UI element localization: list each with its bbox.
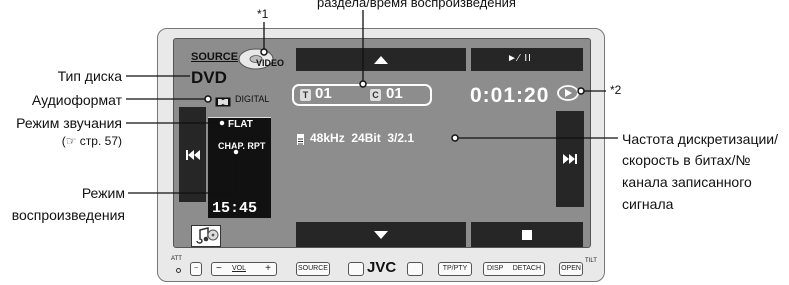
tp-pty-button[interactable]: TP/PTY bbox=[438, 262, 472, 276]
disp-detach-button[interactable]: DISP DETACH bbox=[483, 262, 545, 276]
play-mode-value: CHAP. RPT bbox=[218, 141, 266, 151]
vol-label: VOL bbox=[232, 265, 247, 272]
play-pause-label: ►⁄ II bbox=[507, 53, 532, 64]
audio-info: 48kHz 24Bit 3/2.1 bbox=[310, 131, 415, 145]
play-time: 0:01:20 bbox=[470, 84, 550, 107]
callout-disc-type: Тип диска bbox=[57, 68, 122, 84]
music-icon[interactable] bbox=[191, 225, 221, 247]
next-button[interactable] bbox=[556, 111, 584, 207]
down-button[interactable] bbox=[296, 222, 466, 247]
brand-logo: JVC bbox=[367, 259, 397, 276]
source-label: SOURCE bbox=[191, 51, 239, 63]
att-dot bbox=[176, 268, 181, 273]
open-button[interactable]: OPEN bbox=[559, 262, 583, 276]
callout-sampling-3: канала записанного bbox=[622, 174, 752, 190]
arrow-down-icon bbox=[374, 231, 388, 239]
sound-mode-value: FLAT bbox=[228, 119, 253, 130]
right-blank-button[interactable] bbox=[407, 262, 423, 276]
arrow-up-icon bbox=[374, 56, 388, 64]
callout-sampling-1: Частота дискретизации/ bbox=[622, 131, 778, 147]
callout-sampling-2: скорость в битах/№ bbox=[622, 152, 751, 168]
dolby-icon bbox=[215, 94, 231, 107]
disp-label: DISP bbox=[487, 265, 504, 272]
callout-sound-mode: Режим звучания bbox=[16, 115, 122, 131]
callout-audio-format: Аудиоформат bbox=[31, 92, 122, 108]
left-blank-button[interactable] bbox=[348, 262, 364, 276]
vol-plus: + bbox=[265, 263, 271, 274]
skip-forward-icon bbox=[563, 154, 577, 164]
stop-button[interactable] bbox=[471, 222, 583, 247]
callout-sampling-4: сигнала bbox=[622, 196, 674, 212]
digital-label: DIGITAL bbox=[235, 94, 270, 104]
skip-back-icon bbox=[186, 150, 200, 160]
stop-icon bbox=[522, 230, 532, 240]
previous-button[interactable] bbox=[179, 107, 206, 202]
note-2-marker: *2 bbox=[610, 83, 622, 97]
audio-channel-icon bbox=[297, 134, 304, 145]
note-1-marker: *1 bbox=[257, 7, 269, 21]
callout-sound-mode-ref: (☞ стр. 57) bbox=[61, 134, 122, 148]
title-badge: T bbox=[300, 89, 311, 101]
up-button[interactable] bbox=[296, 48, 466, 71]
title-chapter-box bbox=[292, 84, 432, 106]
att-label: ATT bbox=[171, 256, 182, 262]
callout-play-mode-2: воспроизведения bbox=[11, 207, 125, 223]
disc-type-value: DVD bbox=[191, 68, 227, 87]
detach-label: DETACH bbox=[512, 265, 541, 272]
chapter-badge: C bbox=[370, 89, 381, 101]
play-status-icon bbox=[557, 85, 579, 101]
vol-minus: − bbox=[216, 263, 222, 274]
volume-control[interactable]: − VOL + bbox=[211, 262, 277, 276]
top-caption: раздела/время воспроизведения bbox=[317, 0, 516, 10]
tilt-label: TILT bbox=[585, 258, 597, 264]
video-label: VIDEO bbox=[256, 58, 285, 68]
clock: 15:45 bbox=[212, 200, 258, 217]
callout-play-mode-1: Режим bbox=[81, 185, 125, 201]
play-pause-button[interactable]: ►⁄ II bbox=[471, 48, 583, 71]
att-minus-button[interactable]: − bbox=[190, 262, 202, 276]
source-button[interactable]: SOURCE bbox=[296, 262, 330, 276]
chapter-number: 01 bbox=[386, 85, 403, 102]
title-number: 01 bbox=[315, 85, 332, 102]
